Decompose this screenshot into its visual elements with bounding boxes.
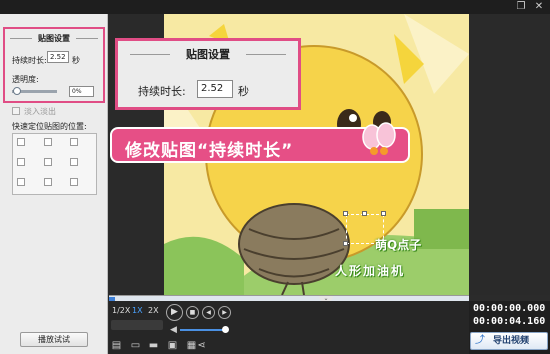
export-label: 导出视频 xyxy=(493,336,530,346)
position-bottom-right-checkbox[interactable] xyxy=(70,178,78,186)
resize-handle[interactable] xyxy=(343,241,348,246)
stop-icon[interactable]: ■ xyxy=(186,306,199,319)
callout-duration-label: 持续时长: xyxy=(138,85,186,98)
position-top-center-checkbox[interactable] xyxy=(44,138,52,146)
callout-title: 贴图设置 xyxy=(118,46,298,62)
total-time: 00:00:04.160 xyxy=(473,316,546,327)
opacity-slider-knob[interactable] xyxy=(13,87,21,95)
resize-handle[interactable] xyxy=(362,211,367,216)
next-frame-icon[interactable]: ▶ xyxy=(218,306,231,319)
duration-unit: 秒 xyxy=(72,56,80,65)
position-label: 快速定位贴图的位置: xyxy=(12,122,87,131)
sticker-text-line1: 萌Q点子 xyxy=(375,238,422,252)
position-middle-right-checkbox[interactable] xyxy=(70,158,78,166)
close-icon[interactable]: ✕ xyxy=(532,1,546,13)
add-clip-icon[interactable]: ▤ xyxy=(111,340,122,351)
zoom-callout-settings: 贴图设置 持续时长: 2.52 秒 xyxy=(115,38,301,110)
position-top-left-checkbox[interactable] xyxy=(17,138,25,146)
title-bar: ❐ ✕ xyxy=(0,0,550,14)
position-grid xyxy=(12,133,97,195)
play-icon[interactable]: ▶ xyxy=(166,304,183,321)
export-icon: ⤴ xyxy=(475,335,485,346)
opacity-input[interactable]: 0% xyxy=(69,86,94,97)
restore-icon[interactable]: ❐ xyxy=(514,1,528,13)
resize-handle[interactable] xyxy=(343,211,348,216)
position-top-right-checkbox[interactable] xyxy=(70,138,78,146)
butterfly-icon xyxy=(362,122,396,155)
preview-button[interactable]: 播放试试 xyxy=(20,332,88,347)
fade-label: 淡入淡出 xyxy=(24,107,56,116)
duration-label: 持续时长: xyxy=(12,56,47,65)
panel-title: 贴图设置 xyxy=(0,33,108,44)
save-icon[interactable]: ▣ xyxy=(167,340,178,351)
callout-duration-unit: 秒 xyxy=(238,85,249,98)
open-folder-icon[interactable]: ▭ xyxy=(130,340,141,351)
playback-controls xyxy=(109,301,469,354)
position-middle-left-checkbox[interactable] xyxy=(17,158,25,166)
position-center-checkbox[interactable] xyxy=(44,158,52,166)
sticker-text-line2: 人形加油机 xyxy=(335,264,406,278)
instruction-banner: 修改贴图“持续时长” xyxy=(110,122,410,163)
position-bottom-center-checkbox[interactable] xyxy=(44,178,52,186)
volume-slider[interactable] xyxy=(180,329,226,331)
speed-bar xyxy=(111,320,163,330)
banner-text: 修改贴图“持续时长” xyxy=(125,141,294,161)
duration-input[interactable]: 2.52 xyxy=(47,51,69,63)
opacity-label: 透明度: xyxy=(12,75,39,84)
callout-duration-input[interactable]: 2.52 xyxy=(197,80,233,98)
speed-half[interactable]: 1/2X xyxy=(112,306,130,315)
folder-icon[interactable]: ▬ xyxy=(148,340,159,351)
volume-slider-knob[interactable] xyxy=(222,326,229,333)
speed-double[interactable]: 2X xyxy=(148,306,159,315)
previous-frame-icon[interactable]: ◀ xyxy=(202,306,215,319)
current-time: 00:00:00.000 xyxy=(473,303,546,314)
share-icon[interactable]: ⋖ xyxy=(196,340,207,351)
delete-icon[interactable] xyxy=(381,211,386,216)
position-bottom-left-checkbox[interactable] xyxy=(17,178,25,186)
volume-icon[interactable]: ◀ xyxy=(170,325,177,335)
speed-normal[interactable]: 1X xyxy=(132,306,143,315)
fade-checkbox[interactable] xyxy=(12,107,20,115)
export-video-button[interactable]: ⤴ 导出视频 xyxy=(470,332,548,350)
